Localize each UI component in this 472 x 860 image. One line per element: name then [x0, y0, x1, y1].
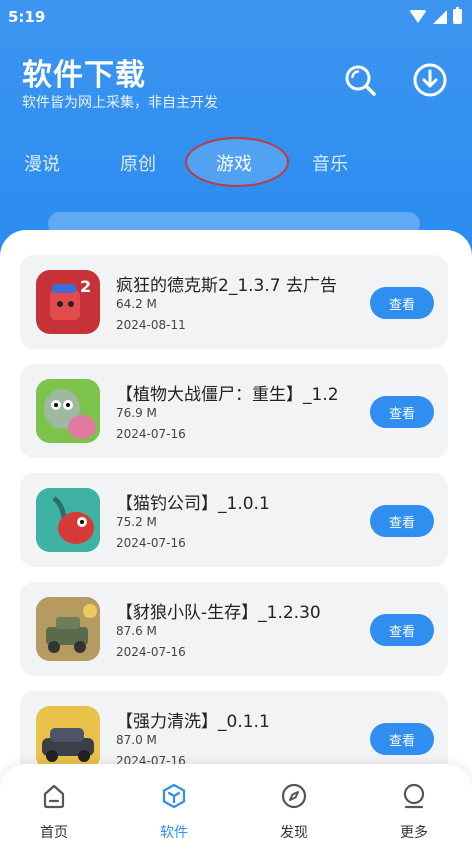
view-button[interactable]: 查看 [370, 505, 434, 537]
app-thumbnail [36, 488, 100, 552]
search-icon [345, 65, 376, 96]
app-name: 【豺狼小队-生存】_1.2.30 [116, 603, 321, 623]
status-bar: 5:19 [8, 6, 462, 28]
view-button[interactable]: 查看 [370, 614, 434, 646]
compass-icon [281, 783, 307, 809]
nav-more[interactable]: 更多 [384, 782, 444, 842]
app-name: 【强力清洗】_0.1.1 [116, 712, 270, 732]
nav-software[interactable]: 软件 [144, 782, 204, 842]
software-icon [162, 783, 186, 809]
home-icon [43, 784, 65, 809]
app-thumbnail [36, 597, 100, 661]
view-button[interactable]: 查看 [370, 723, 434, 755]
bottom-nav: 首页 软件 发现 更多 [0, 764, 472, 860]
status-time: 5:19 [8, 8, 46, 26]
nav-discover-label: 发现 [280, 825, 308, 841]
tab-manshuo[interactable]: 漫说 [24, 150, 60, 176]
app-thumbnail [36, 706, 100, 770]
category-tabs: 漫说 原创 游戏 音乐 [0, 150, 472, 182]
app-size: 87.0 M [116, 733, 157, 747]
download-button[interactable] [412, 62, 448, 98]
app-size: 64.2 M [116, 297, 157, 311]
view-button[interactable]: 查看 [370, 287, 434, 319]
tab-games[interactable]: 游戏 [216, 150, 252, 176]
nav-home-label: 首页 [40, 825, 68, 841]
app-name: 【植物大战僵尸：重生】_1.2 [116, 385, 339, 405]
list-item[interactable]: 【植物大战僵尸：重生】_1.2 76.9 M 2024-07-16 查看 [20, 364, 448, 458]
app-size: 87.6 M [116, 624, 157, 638]
more-icon [403, 783, 425, 809]
status-icons [409, 7, 462, 24]
app-date: 2024-07-16 [116, 645, 186, 659]
battery-icon [453, 7, 462, 24]
app-size: 75.2 M [116, 515, 157, 529]
app-name: 疯狂的德克斯2_1.3.7 去广告 [116, 276, 337, 296]
signal-icon [433, 9, 447, 24]
page-subtitle: 软件皆为网上采集，非自主开发 [22, 95, 218, 111]
nav-software-label: 软件 [160, 825, 188, 841]
list-item[interactable]: 【猫钓公司】_1.0.1 75.2 M 2024-07-16 查看 [20, 473, 448, 567]
svg-text:2: 2 [80, 277, 91, 296]
app-thumbnail: 2 [36, 270, 100, 334]
app-thumbnail [36, 379, 100, 443]
app-date: 2024-07-16 [116, 427, 186, 441]
header: 5:19 软件下载 软件皆为网上采集，非自主开发 漫说 原创 游戏 音乐 [0, 0, 472, 260]
nav-more-label: 更多 [400, 825, 428, 841]
page-title: 软件下载 [22, 58, 146, 93]
tab-music[interactable]: 音乐 [312, 150, 348, 176]
list-item[interactable]: 2 疯狂的德克斯2_1.3.7 去广告 64.2 M 2024-08-11 查看 [20, 255, 448, 349]
nav-discover[interactable]: 发现 [264, 782, 324, 842]
download-icon [413, 63, 447, 97]
search-button[interactable] [342, 62, 378, 98]
app-name: 【猫钓公司】_1.0.1 [116, 494, 270, 514]
tab-yuanchuang[interactable]: 原创 [120, 150, 156, 176]
app-date: 2024-07-16 [116, 536, 186, 550]
wifi-icon [409, 10, 427, 23]
view-button[interactable]: 查看 [370, 396, 434, 428]
list-item[interactable]: 【豺狼小队-生存】_1.2.30 87.6 M 2024-07-16 查看 [20, 582, 448, 676]
nav-home[interactable]: 首页 [24, 782, 84, 842]
app-date: 2024-08-11 [116, 318, 186, 332]
app-size: 76.9 M [116, 406, 157, 420]
